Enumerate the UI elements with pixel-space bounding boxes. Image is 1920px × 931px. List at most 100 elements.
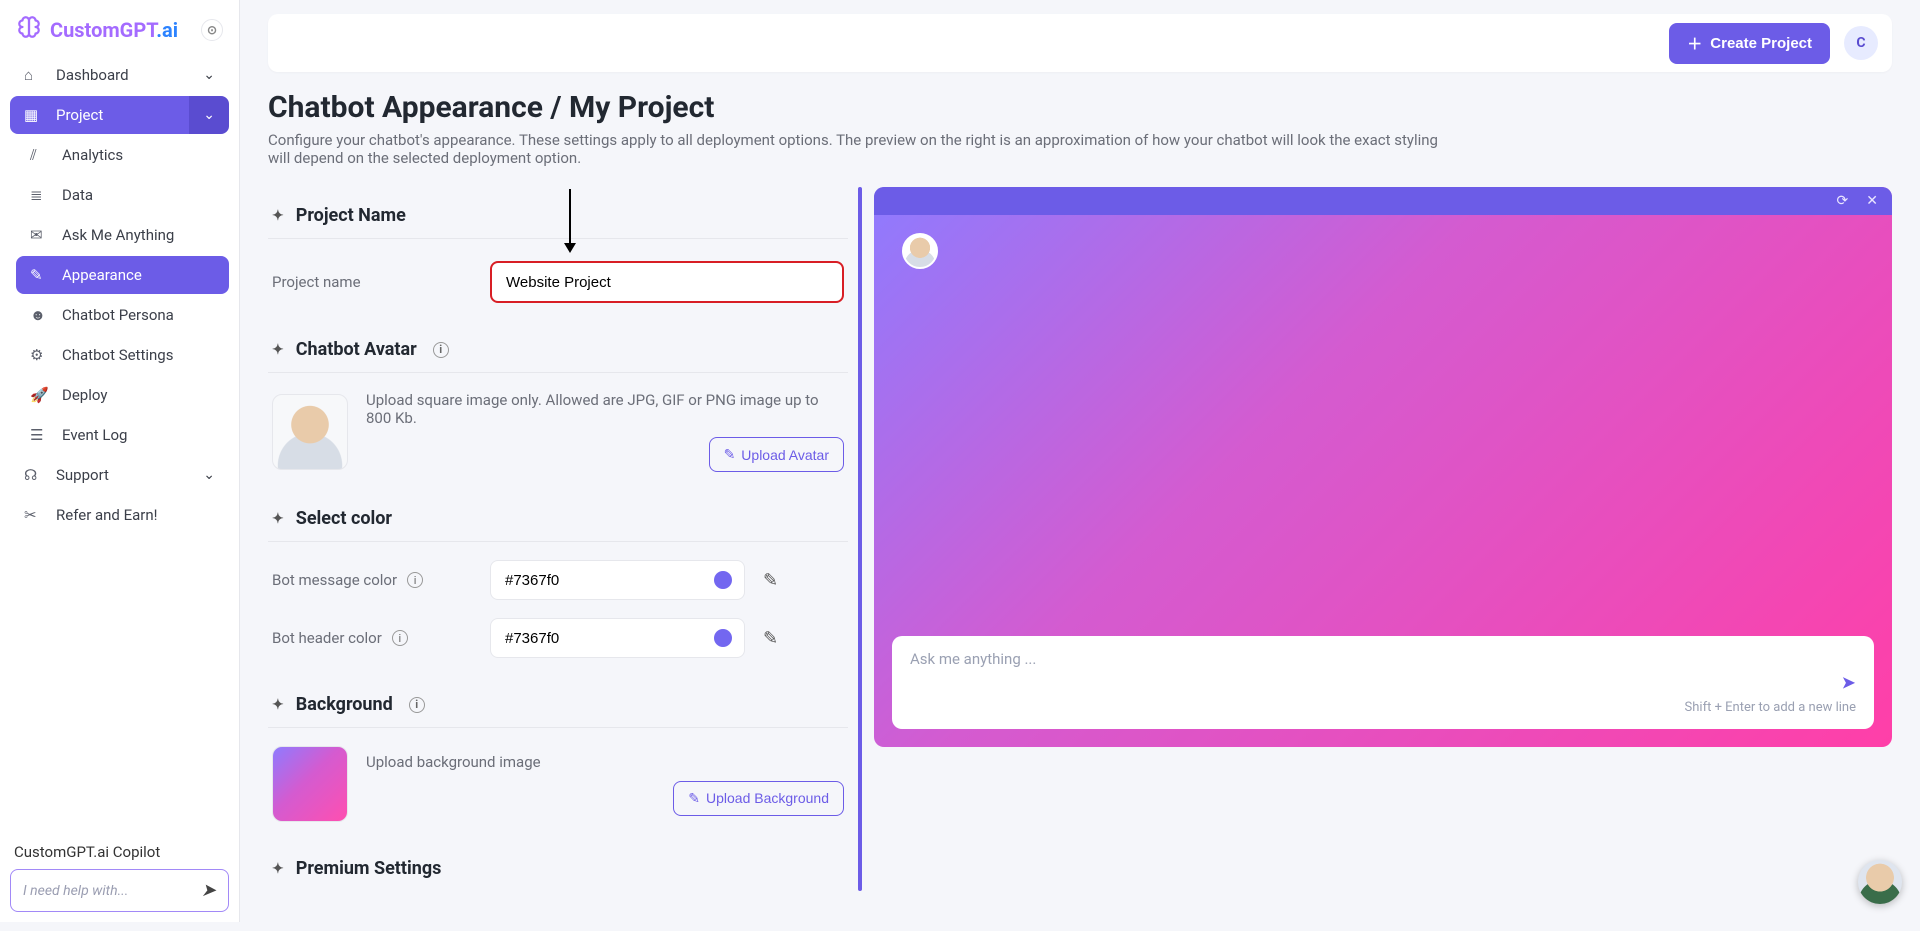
preview-input[interactable]: Ask me anything ... ➤ Shift + Enter to a… (892, 636, 1874, 729)
sidebar-item-label: Dashboard (56, 66, 129, 84)
sidebar-item-project[interactable]: ▦ Project ⌄ (10, 96, 229, 134)
page-title: Chatbot Appearance / My Project (268, 90, 1892, 125)
pencil-icon: ✎ (688, 790, 700, 807)
user-avatar[interactable]: C (1844, 26, 1878, 60)
share-icon: ✂ (24, 506, 42, 524)
main-content: ＋ Create Project C Chatbot Appearance / … (240, 0, 1920, 931)
close-icon[interactable]: ✕ (1866, 193, 1878, 209)
sidebar-item-label: Project (56, 106, 103, 124)
copilot-title: CustomGPT.ai Copilot (10, 827, 229, 869)
section-chatbot-avatar: ✦ Chatbot Avatar i (268, 327, 848, 373)
create-project-label: Create Project (1710, 35, 1812, 52)
send-icon[interactable]: ➤ (1841, 672, 1856, 693)
sidebar-item-label: Event Log (62, 426, 127, 444)
preview-hint: Shift + Enter to add a new line (910, 700, 1856, 715)
sidebar-item-support[interactable]: ☊ Support ⌄ (10, 456, 229, 494)
persona-icon: ☻ (30, 306, 48, 324)
sidebar-item-label: Support (56, 466, 109, 484)
sidebar-item-dashboard[interactable]: ⌂ Dashboard ⌄ (10, 56, 229, 94)
brand-brain-icon (16, 14, 42, 46)
sidebar-item-appearance[interactable]: ✎ Appearance (16, 256, 229, 294)
copilot-placeholder: I need help with... (23, 883, 128, 899)
brush-icon: ✎ (30, 266, 48, 284)
section-background: ✦ Background i (268, 682, 848, 728)
pencil-icon: ✎ (724, 446, 736, 463)
bot-message-color-label: Bot message color i (272, 571, 472, 589)
preview-header: ⟳ ✕ (874, 187, 1892, 215)
preview-placeholder: Ask me anything ... (910, 650, 1856, 674)
upload-background-button[interactable]: ✎ Upload Background (673, 781, 844, 816)
copilot-input[interactable]: I need help with... ➤ (10, 869, 229, 912)
sidebar-item-label: Analytics (62, 146, 123, 164)
background-hint: Upload background image (366, 753, 844, 771)
headphones-icon: ☊ (24, 466, 42, 484)
sidebar-item-label: Appearance (62, 266, 142, 284)
background-thumbnail (272, 746, 348, 822)
appearance-form: ✦ Project Name Project name ✦ Chatbot Av… (268, 187, 848, 891)
home-icon: ⌂ (24, 66, 42, 84)
refresh-icon[interactable]: ⟳ (1837, 193, 1849, 209)
create-project-button[interactable]: ＋ Create Project (1669, 23, 1830, 64)
sparkle-icon: ✦ (272, 208, 284, 224)
sidebar-item-analytics[interactable]: ⫽ Analytics (16, 136, 229, 174)
section-project-name: ✦ Project Name (268, 193, 848, 239)
brand-name-2: .ai (156, 18, 178, 42)
project-submenu: ⫽ Analytics ≣ Data ✉ Ask Me Anything ✎ A… (10, 136, 229, 456)
brand-more-icon[interactable]: ⊙ (201, 19, 223, 41)
help-fab[interactable] (1858, 860, 1902, 904)
clipboard-icon: ▦ (24, 106, 42, 124)
sidebar-item-refer[interactable]: ✂ Refer and Earn! (10, 496, 229, 534)
preview-avatar (902, 233, 938, 269)
sidebar-item-eventlog[interactable]: ☰ Event Log (16, 416, 229, 454)
sidebar-item-data[interactable]: ≣ Data (16, 176, 229, 214)
chat-icon: ✉ (30, 226, 48, 244)
database-icon: ≣ (30, 186, 48, 204)
sidebar: CustomGPT.ai ⊙ ⌂ Dashboard ⌄ ▦ Project ⌄… (0, 0, 240, 922)
bot-header-color-label: Bot header color i (272, 629, 472, 647)
chevron-down-icon: ⌄ (203, 67, 215, 83)
sidebar-item-persona[interactable]: ☻ Chatbot Persona (16, 296, 229, 334)
sidebar-item-label: Ask Me Anything (62, 226, 174, 244)
edit-color-icon[interactable]: ✎ (763, 570, 778, 591)
sparkle-icon: ✦ (272, 861, 284, 877)
section-premium: ✦ Premium Settings (268, 846, 848, 891)
bot-header-color-input[interactable] (490, 618, 745, 658)
chevron-down-icon: ⌄ (203, 467, 215, 483)
archive-icon: ☰ (30, 426, 48, 444)
send-icon[interactable]: ➤ (201, 880, 216, 901)
brand-logo[interactable]: CustomGPT.ai ⊙ (10, 10, 229, 56)
color-swatch (714, 629, 732, 647)
sidebar-item-settings[interactable]: ⚙ Chatbot Settings (16, 336, 229, 374)
sidebar-item-label: Data (62, 186, 93, 204)
sidebar-item-label: Chatbot Persona (62, 306, 174, 324)
info-icon[interactable]: i (409, 697, 425, 713)
sidebar-item-label: Deploy (62, 386, 107, 404)
chevron-down-icon: ⌄ (203, 107, 215, 123)
scroll-indicator[interactable] (858, 187, 862, 891)
sparkle-icon: ✦ (272, 342, 284, 358)
section-select-color: ✦ Select color (268, 496, 848, 542)
plus-icon: ＋ (1687, 33, 1702, 54)
info-icon[interactable]: i (392, 630, 408, 646)
sparkle-icon: ✦ (272, 697, 284, 713)
sidebar-item-deploy[interactable]: 🚀 Deploy (16, 376, 229, 414)
gear-icon: ⚙ (30, 346, 48, 364)
bot-message-color-input[interactable] (490, 560, 745, 600)
sparkle-icon: ✦ (272, 511, 284, 527)
info-icon[interactable]: i (407, 572, 423, 588)
info-icon[interactable]: i (433, 342, 449, 358)
annotation-arrow (564, 189, 576, 253)
edit-color-icon[interactable]: ✎ (763, 628, 778, 649)
chart-icon: ⫽ (30, 146, 48, 164)
avatar-hint: Upload square image only. Allowed are JP… (366, 391, 844, 427)
sidebar-item-label: Refer and Earn! (56, 506, 158, 524)
color-swatch (714, 571, 732, 589)
upload-avatar-button[interactable]: ✎ Upload Avatar (709, 437, 844, 472)
avatar-thumbnail (272, 394, 348, 470)
brand-name-1: CustomGPT (50, 18, 156, 42)
project-name-input[interactable] (490, 261, 844, 303)
sidebar-item-label: Chatbot Settings (62, 346, 173, 364)
page-description: Configure your chatbot's appearance. The… (268, 131, 1448, 167)
preview-column: ⟳ ✕ Ask me anything ... ➤ Shift + Enter … (874, 187, 1892, 747)
sidebar-item-ask[interactable]: ✉ Ask Me Anything (16, 216, 229, 254)
